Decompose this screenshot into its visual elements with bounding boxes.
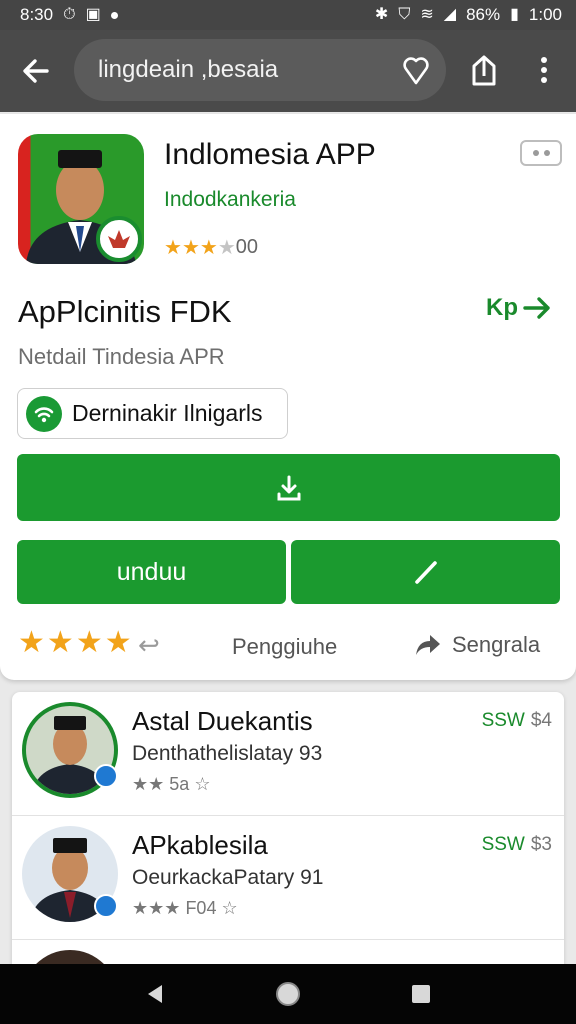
signal-icon: ◢ (443, 6, 457, 23)
nav-home-icon[interactable] (274, 980, 302, 1008)
app-bar: lingdeain ,besaia (0, 30, 576, 112)
star-icon: ★ (164, 236, 182, 259)
section-subtitle: Netdail Tindesia APR (18, 344, 225, 369)
battery-icon: ▮ (510, 6, 519, 23)
app-icon[interactable] (18, 134, 144, 264)
star-icon[interactable]: ★ (18, 628, 45, 658)
back-arrow-icon (23, 59, 49, 83)
system-nav-bar (0, 964, 576, 1024)
item-meta: ★★ 5a ☆ (132, 774, 210, 795)
install-button[interactable] (17, 454, 560, 521)
section-title: ApPlcinitis FDK (18, 294, 232, 329)
developer-link[interactable]: Indodkankeria (164, 188, 296, 212)
category-chip[interactable]: Derninakir Ilnigarls (17, 388, 288, 439)
verified-icon (94, 894, 118, 918)
star-icon: ★ (199, 236, 218, 259)
download-icon (277, 475, 300, 500)
item-meta-text: 5a (169, 774, 190, 794)
options-chip-button[interactable] (520, 140, 562, 166)
wifi-badge-icon (26, 395, 62, 432)
price-value: $4 (530, 710, 552, 731)
dot-icon (532, 150, 539, 156)
verified-icon (94, 764, 118, 788)
item-price: SSW $3 (482, 834, 552, 856)
list-item[interactable]: Astal Duekantis Denthathelislatay 93 ★★ … (12, 692, 564, 816)
item-title: APkablesila (132, 830, 268, 860)
dot-icon (110, 11, 118, 19)
reply-icon[interactable]: ↩ (138, 630, 160, 661)
item-meta: ★★★ F04 ☆ (132, 898, 238, 919)
more-vert-icon (541, 57, 547, 83)
item-meta-text: F04 (185, 898, 217, 918)
price-label: SSW (481, 710, 525, 731)
share-button[interactable] (464, 50, 504, 90)
bluetooth-icon: ✱ (374, 6, 389, 23)
arrow-right-icon (523, 297, 550, 319)
share-action-label: Sengrala (452, 632, 541, 657)
heart-location-icon (403, 57, 429, 85)
forward-arrow-icon (416, 635, 440, 655)
category-chip-label: Derninakir Ilnigarls (72, 400, 263, 426)
price-value: $3 (530, 834, 552, 855)
pengu-label[interactable]: Penggiuhe (232, 634, 337, 660)
back-button[interactable] (4, 39, 68, 103)
rating-row: ★ ★ ★ ★ 00 (164, 236, 258, 259)
unduh-button[interactable]: unduu (17, 540, 286, 604)
app-title: Indlomesia APP (164, 138, 376, 171)
share-icon (472, 55, 496, 86)
star-icon: ★ (217, 236, 236, 259)
nav-recents-icon[interactable] (409, 982, 433, 1006)
item-title: Astal Duekantis (132, 706, 313, 736)
rate-stars[interactable]: ★ ★ ★ ★ (18, 628, 132, 658)
bottom-actions-row: ★ ★ ★ ★ ↩ Penggiuhe Sengrala (18, 628, 558, 664)
star-icon: ☆ (194, 774, 211, 794)
star-icon: ★★ (132, 774, 165, 794)
wifi-icon: ≋ (420, 6, 434, 23)
item-subtitle: Denthathelislatay 93 (132, 742, 323, 765)
search-input[interactable]: lingdeain ,besaia (74, 39, 446, 101)
favorite-button[interactable] (396, 50, 436, 90)
edit-button[interactable] (291, 540, 560, 604)
star-icon: ★ (181, 236, 200, 259)
shield-icon: ⛉ (398, 6, 411, 23)
pencil-icon (414, 561, 437, 584)
section-more-link[interactable]: Kp (486, 294, 552, 322)
related-apps-list: Astal Duekantis Denthathelislatay 93 ★★ … (12, 692, 564, 982)
star-icon[interactable]: ★ (47, 628, 74, 658)
app-detail-card: Indlomesia APP Indodkankeria ★ ★ ★ ★ 00 … (0, 114, 576, 680)
price-label: SSW (481, 834, 525, 855)
section-link-label: Kp (486, 294, 518, 321)
list-item[interactable]: APkablesila OeurkackaPatary 91 ★★★ F04 ☆… (12, 816, 564, 940)
nav-back-icon[interactable] (143, 982, 167, 1006)
status-clock-right: 1:00 (528, 5, 562, 24)
alarm-icon: ⏱ (63, 6, 76, 23)
search-query: lingdeain ,besaia (98, 56, 279, 83)
item-subtitle: OeurkackaPatary 91 (132, 866, 324, 889)
battery-percent: 86% (466, 5, 501, 24)
rating-count: 00 (235, 236, 258, 258)
notification-icon: ▣ (85, 6, 101, 23)
dot-icon (543, 150, 550, 156)
more-options-button[interactable] (528, 50, 560, 90)
app-badge-icon (96, 216, 142, 262)
status-bar: 8:30 ⏱ ▣ ✱ ⛉ ≋ ◢ 86% ▮ 1:00 (0, 0, 576, 30)
status-time: 8:30 (20, 5, 54, 24)
star-icon[interactable]: ★ (105, 628, 132, 658)
star-icon: ★★★ (132, 898, 181, 918)
share-action[interactable]: Sengrala (414, 632, 540, 658)
item-price: SSW $4 (482, 710, 552, 732)
star-icon: ☆ (221, 898, 238, 918)
star-icon[interactable]: ★ (76, 628, 103, 658)
